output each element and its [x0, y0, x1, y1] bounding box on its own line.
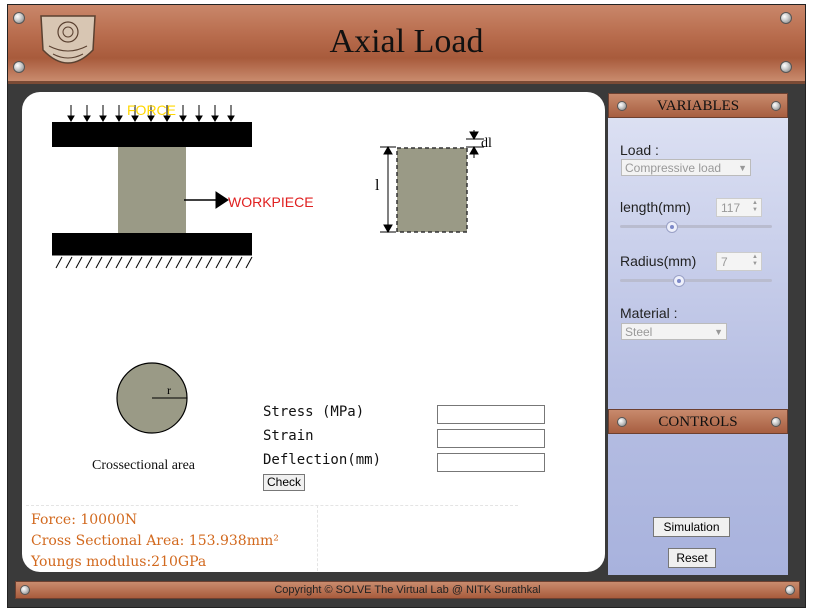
length-symbol: l	[375, 177, 380, 194]
length-slider-track	[620, 225, 772, 228]
rivet-icon	[13, 61, 25, 73]
length-slider-thumb[interactable]	[666, 221, 678, 233]
deflection-symbol: dl	[481, 136, 492, 151]
radius-slider[interactable]	[620, 274, 772, 288]
controls-title: CONTROLS	[658, 414, 738, 430]
radius-input-value: 7	[721, 255, 728, 269]
info-divider	[26, 505, 518, 506]
rivet-icon	[780, 61, 792, 73]
header-bar: Axial Load	[8, 5, 805, 84]
radius-symbol: r	[167, 383, 171, 397]
strain-input[interactable]	[437, 429, 545, 448]
deflection-input[interactable]	[437, 453, 545, 472]
bottom-plate	[52, 233, 252, 255]
rivet-icon	[617, 417, 627, 427]
load-select-value: Compressive load	[625, 161, 722, 175]
controls-panel-header: CONTROLS	[608, 409, 788, 434]
force-info: Force: 10000N	[31, 512, 138, 528]
stress-input[interactable]	[437, 405, 545, 424]
axial-load-diagram: FORCE WORKPIECE l dl r	[52, 102, 492, 434]
rivet-icon	[771, 101, 781, 111]
length-dimension	[380, 145, 396, 234]
rivet-icon	[617, 101, 627, 111]
stress-label: Stress (MPa)	[263, 404, 365, 420]
material-select[interactable]: Steel ▼	[621, 323, 727, 340]
copyright-text: Copyright © SOLVE The Virtual Lab @ NITK…	[274, 584, 541, 596]
rivet-icon	[785, 585, 795, 595]
simulation-canvas: FORCE WORKPIECE l dl r Crossectional are…	[22, 92, 605, 572]
chevron-down-icon: ▼	[738, 163, 747, 173]
top-plate	[52, 122, 252, 147]
workpiece	[118, 147, 186, 233]
length-input-value: 117	[721, 201, 741, 215]
footer-bar: Copyright © SOLVE The Virtual Lab @ NITK…	[15, 581, 800, 599]
material-label: Material :	[620, 305, 678, 321]
rivet-icon	[771, 417, 781, 427]
load-label: Load :	[620, 142, 659, 158]
app-frame: Axial Load FORCE WORKPIECE l dl r Crosse…	[7, 4, 806, 608]
deflection-label: Deflection(mm)	[263, 452, 382, 468]
specimen-box	[396, 147, 468, 233]
length-slider[interactable]	[620, 220, 772, 234]
reset-button[interactable]: Reset	[668, 548, 716, 568]
area-info: Cross Sectional Area: 153.938mm²	[31, 533, 279, 549]
radius-slider-track	[620, 279, 772, 282]
variables-panel-header: VARIABLES	[608, 93, 788, 118]
workpiece-pointer	[184, 191, 229, 209]
radius-label: Radius(mm)	[620, 253, 697, 269]
cross-section-caption: Crossectional area	[92, 458, 196, 473]
check-button[interactable]: Check	[263, 474, 305, 491]
radius-input[interactable]: 7 ▲ ▼	[716, 252, 762, 271]
material-select-value: Steel	[625, 325, 653, 339]
simulation-button[interactable]: Simulation	[653, 517, 730, 537]
sidebar: VARIABLES Load : Compressive load ▼ leng…	[608, 93, 788, 575]
spinner-icon[interactable]: ▲ ▼	[750, 254, 760, 269]
strain-label: Strain	[263, 428, 314, 444]
radius-slider-thumb[interactable]	[673, 275, 685, 287]
variables-title: VARIABLES	[656, 98, 740, 114]
rivet-icon	[20, 585, 30, 595]
length-label: length(mm)	[620, 199, 691, 215]
force-label: FORCE	[127, 102, 176, 118]
load-select[interactable]: Compressive load ▼	[621, 159, 751, 176]
spinner-icon[interactable]: ▲ ▼	[750, 200, 760, 215]
length-input[interactable]: 117 ▲ ▼	[716, 198, 762, 217]
modulus-info: Youngs modulus:210GPa	[31, 554, 207, 570]
workpiece-label: WORKPIECE	[228, 194, 314, 210]
ground-hatch	[52, 254, 253, 269]
chevron-down-icon: ▼	[714, 327, 723, 337]
page-title: Axial Load	[329, 23, 484, 60]
info-vertical-divider	[317, 505, 318, 571]
